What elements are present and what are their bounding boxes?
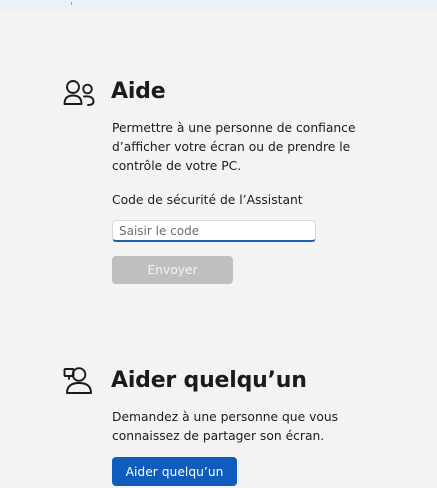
people-icon — [63, 80, 95, 106]
top-strip — [0, 0, 437, 10]
top-strip-mark — [71, 2, 72, 5]
help-description: Permettre à une personne de confiance d’… — [112, 121, 356, 173]
assist-title: Aider quelqu’un — [111, 368, 307, 393]
person-share-icon — [63, 367, 92, 394]
security-code-label: Code de sécurité de l’Assistant — [112, 193, 303, 207]
submit-button[interactable]: Envoyer — [112, 256, 233, 284]
help-title: Aide — [111, 79, 166, 104]
assist-description: Demandez à une personne que vous connais… — [112, 410, 339, 443]
security-code-input[interactable] — [112, 220, 316, 242]
assist-button[interactable]: Aider quelqu’un — [112, 457, 237, 486]
